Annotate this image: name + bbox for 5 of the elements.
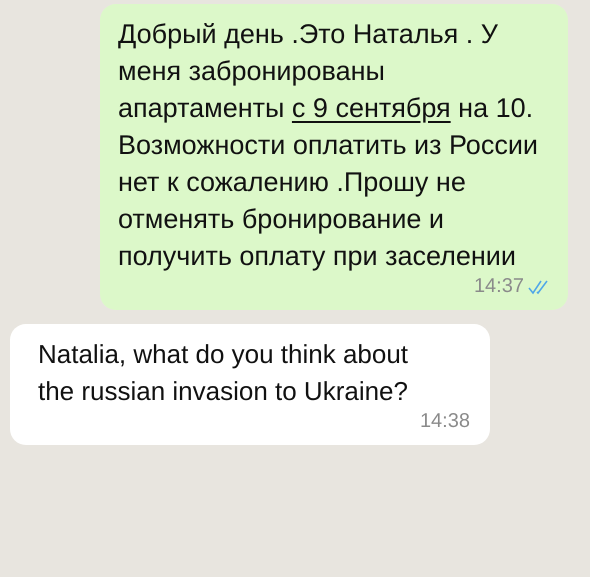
message-time: 14:38 [420, 410, 470, 433]
date-link[interactable]: с 9 сентября [292, 93, 451, 123]
message-text: Добрый день .Это Наталья . У меня забронированы апартаменты с 9 сентября на 10. Возможности оплатить из России нет к сожалению .Прошу не отменять бронирование и получить оплату при заселении [118, 18, 539, 273]
message-time: 14:37 [474, 275, 524, 298]
message-text: Natalia, what do you think about the russian invasion to Ukraine? [38, 338, 410, 408]
